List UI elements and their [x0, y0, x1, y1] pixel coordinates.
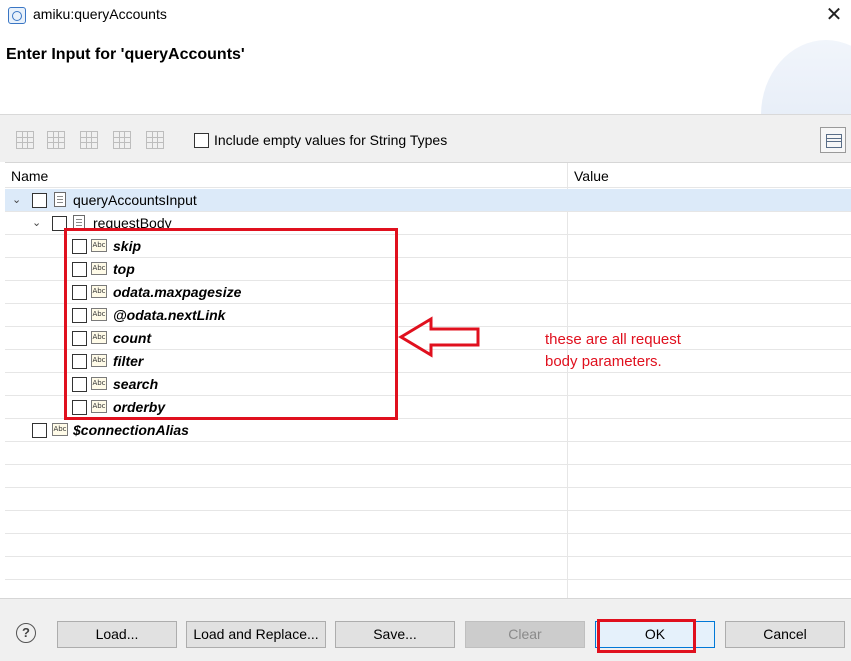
tree-row-root[interactable]: ⌄ queryAccountsInput — [5, 189, 851, 212]
string-type-icon: Abc — [52, 423, 68, 436]
header-banner-graphic — [761, 40, 851, 114]
chevron-down-icon[interactable]: ⌄ — [12, 193, 22, 206]
root-checkbox[interactable] — [32, 193, 47, 208]
annotation-line-2: body parameters. — [545, 353, 662, 370]
clear-button[interactable]: Clear — [465, 621, 585, 648]
add-row-icon[interactable] — [12, 127, 36, 151]
dialog-header: Enter Input for 'queryAccounts' — [0, 30, 851, 114]
title-bar: amiku:queryAccounts ✕ — [0, 0, 851, 30]
include-empty-checkbox[interactable] — [194, 133, 209, 148]
chevron-down-icon[interactable]: ⌄ — [32, 216, 42, 229]
tree-row-empty — [5, 488, 851, 511]
connection-alias-label: $connectionAlias — [73, 422, 189, 438]
layout-icon[interactable] — [820, 127, 846, 153]
app-icon — [8, 7, 26, 24]
dialog-heading: Enter Input for 'queryAccounts' — [6, 46, 245, 63]
help-icon[interactable]: ? — [16, 623, 36, 643]
annotation-arrow-icon — [398, 316, 480, 358]
clear-icon[interactable] — [142, 127, 166, 151]
root-label: queryAccountsInput — [73, 192, 197, 208]
tree-row-empty — [5, 580, 851, 598]
column-value-header[interactable]: Value — [574, 168, 609, 184]
ok-highlight-box — [597, 619, 696, 653]
connection-alias-checkbox[interactable] — [32, 423, 47, 438]
load-replace-button[interactable]: Load and Replace... — [186, 621, 326, 648]
document-icon — [54, 192, 66, 207]
tree-row-empty — [5, 557, 851, 580]
tree-row-empty — [5, 511, 851, 534]
tree-header: Name Value — [5, 163, 851, 188]
tree-row-empty — [5, 465, 851, 488]
tree-row-connection-alias[interactable]: Abc $connectionAlias — [5, 419, 851, 442]
column-name-header[interactable]: Name — [11, 168, 48, 184]
annotation-text: these are all request body parameters. — [545, 329, 715, 373]
tree-row-empty — [5, 442, 851, 465]
save-button[interactable]: Save... — [335, 621, 455, 648]
annotation-line-1: these are all request — [545, 331, 681, 348]
annotation-highlight-box — [64, 228, 398, 420]
window-title: amiku:queryAccounts — [33, 6, 167, 22]
table-icon[interactable] — [76, 127, 100, 151]
remove-row-icon[interactable] — [43, 127, 67, 151]
tree-row-empty — [5, 534, 851, 557]
toolbar: Include empty values for String Types — [0, 115, 851, 162]
include-empty-label: Include empty values for String Types — [214, 132, 448, 148]
close-icon[interactable]: ✕ — [823, 3, 845, 25]
button-bar: ? Load... Load and Replace... Save... Cl… — [0, 598, 851, 661]
load-button[interactable]: Load... — [57, 621, 177, 648]
delete-icon[interactable] — [109, 127, 133, 151]
cancel-button[interactable]: Cancel — [725, 621, 845, 648]
